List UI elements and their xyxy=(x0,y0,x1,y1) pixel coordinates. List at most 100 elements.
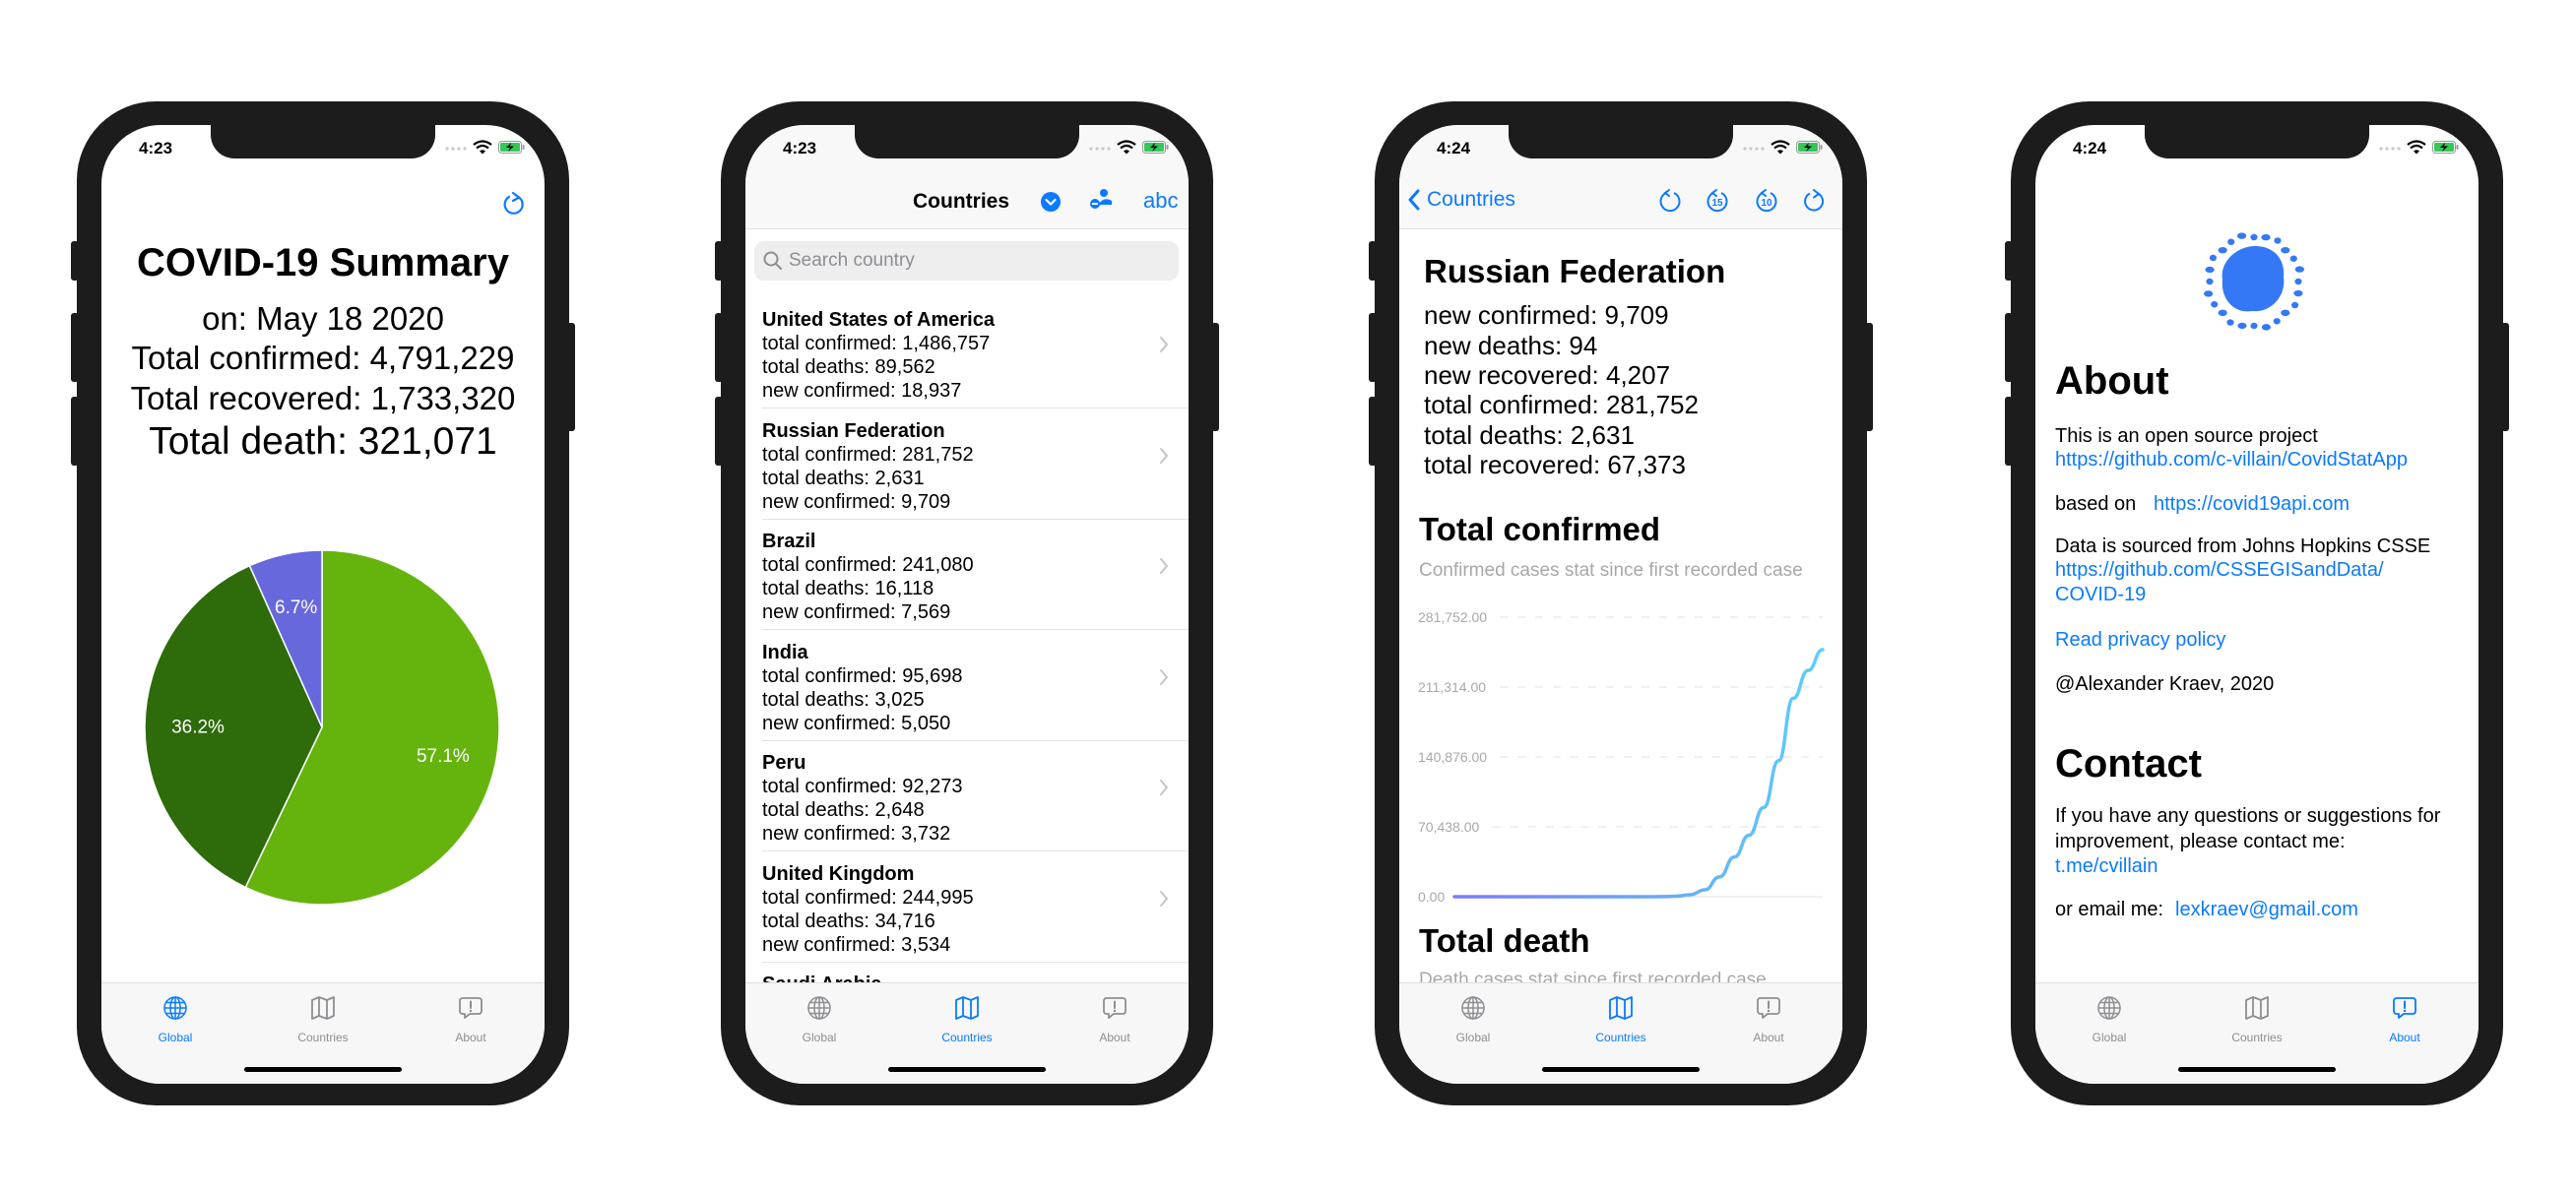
country-name: India xyxy=(762,641,808,663)
globe-icon xyxy=(807,996,831,1020)
repo-link[interactable]: https://github.com/c-villain/CovidStatAp… xyxy=(2055,449,2408,471)
tab-global[interactable]: Global xyxy=(2035,983,2183,1052)
tab-label: Global xyxy=(2092,1031,2127,1044)
mute-switch xyxy=(1369,241,1377,281)
country-row[interactable]: United Kingdom total confirmed: 244,995 to… xyxy=(745,852,1189,963)
back-15-icon[interactable]: 15 xyxy=(1705,188,1730,214)
tab-label: Countries xyxy=(2231,1031,2283,1044)
person-minus-icon[interactable] xyxy=(1089,188,1115,212)
virus-spike xyxy=(2250,322,2258,330)
tab-countries[interactable]: Countries xyxy=(249,983,397,1052)
tab-global[interactable]: Global xyxy=(1399,983,1547,1052)
power-button xyxy=(1211,323,1219,431)
tab-countries[interactable]: Countries xyxy=(1547,983,1695,1052)
summary-title: COVID-19 Summary xyxy=(137,241,509,284)
screen-about: 4:24 About This is an open source projec… xyxy=(2035,125,2479,1084)
virus-spike xyxy=(2294,266,2304,273)
chevron-down-circle-icon[interactable] xyxy=(1040,191,1062,213)
exclamation-bubble-icon xyxy=(459,997,483,1019)
volume-up-button xyxy=(1369,313,1377,382)
chevron-right-icon xyxy=(1160,780,1168,795)
back-10-icon[interactable]: 10 xyxy=(1754,188,1779,214)
battery-charging-icon xyxy=(1142,141,1169,154)
signal-dots-icon xyxy=(1743,146,1765,151)
death-chart-title: Total death xyxy=(1419,922,1590,959)
home-indicator[interactable] xyxy=(2178,1067,2336,1072)
tab-global[interactable]: Global xyxy=(745,983,893,1052)
country-name: United States of America xyxy=(762,309,995,331)
privacy-policy-link[interactable]: Read privacy policy xyxy=(2055,629,2225,652)
tab-countries[interactable]: Countries xyxy=(893,983,1041,1052)
virus-spike xyxy=(2226,319,2234,326)
virus-spike xyxy=(2281,246,2290,254)
tab-label: Global xyxy=(1455,1031,1491,1044)
tab-label: Countries xyxy=(297,1031,349,1044)
home-indicator[interactable] xyxy=(888,1067,1046,1072)
wifi-icon xyxy=(1771,140,1790,155)
new-confirmed: new confirmed: 9,709 xyxy=(762,490,951,513)
reset-icon[interactable] xyxy=(1657,188,1683,214)
virus-spike xyxy=(2218,246,2227,254)
status-icons xyxy=(1743,140,1823,155)
virus-spike xyxy=(2289,255,2297,262)
exclamation-bubble-icon xyxy=(1757,997,1780,1019)
tab-label: Global xyxy=(802,1031,837,1044)
tab-global[interactable]: Global xyxy=(101,983,249,1052)
volume-up-button xyxy=(2005,313,2013,382)
tab-about[interactable]: About xyxy=(1695,983,1842,1052)
country-row[interactable]: India total confirmed: 95,698 total deaths… xyxy=(745,631,1189,741)
country-row[interactable]: Peru total confirmed: 92,273 total deaths:… xyxy=(745,741,1189,851)
virus-spike xyxy=(2290,301,2299,309)
tab-about[interactable]: About xyxy=(1041,983,1189,1052)
stat-total-confirmed: total confirmed: 281,752 xyxy=(1424,390,1699,419)
map-icon xyxy=(1609,996,1633,1020)
phone-country-detail: 4:24 Countries 15 10 Russian Federation … xyxy=(1369,101,1873,1105)
summary-date: on: May 18 2020 xyxy=(202,300,444,337)
country-name: Peru xyxy=(762,752,806,774)
country-row[interactable]: United States of America total confirmed:… xyxy=(745,298,1189,408)
country-row[interactable]: Brazil total confirmed: 241,080 total deat… xyxy=(745,520,1189,630)
tab-about[interactable]: About xyxy=(397,983,545,1052)
virus-spike xyxy=(2227,238,2235,245)
virus-spike xyxy=(2261,233,2271,241)
power-button xyxy=(567,323,575,431)
summary-pie-chart: 57.1% 36.2% 6.7% xyxy=(144,549,500,906)
tab-label: Global xyxy=(158,1031,193,1044)
tab-countries[interactable]: Countries xyxy=(2183,983,2331,1052)
country-row[interactable]: Russian Federation total confirmed: 281,7… xyxy=(745,409,1189,520)
country-name: Russian Federation xyxy=(1424,253,1726,289)
stat-new-recovered: new recovered: 4,207 xyxy=(1424,360,1671,390)
sort-abc-button[interactable]: abc xyxy=(1143,188,1178,214)
total-deaths: total deaths: 89,562 xyxy=(762,356,935,378)
telegram-link[interactable]: t.me/cvillain xyxy=(2055,855,2157,878)
csse-link-cont[interactable]: COVID-19 xyxy=(2055,584,2146,606)
country-list[interactable]: United States of America total confirmed:… xyxy=(745,298,1189,995)
back-button[interactable]: Countries xyxy=(1407,188,1515,212)
home-indicator[interactable] xyxy=(1542,1067,1700,1072)
contact-title: Contact xyxy=(2055,742,2202,786)
search-country-input[interactable]: Search country xyxy=(754,241,1179,281)
stat-new-confirmed: new confirmed: 9,709 xyxy=(1424,300,1669,330)
api-link[interactable]: https://covid19api.com xyxy=(2154,493,2350,516)
refresh-icon[interactable] xyxy=(500,190,528,218)
virus-spike xyxy=(2211,301,2219,308)
total-confirmed: total confirmed: 1,486,757 xyxy=(762,333,991,354)
stat-new-deaths: new deaths: 94 xyxy=(1424,331,1598,360)
email-link[interactable]: lexkraev@gmail.com xyxy=(2175,899,2358,921)
virus-spike xyxy=(2293,289,2303,297)
volume-up-button xyxy=(715,313,723,382)
status-time: 4:24 xyxy=(1437,139,1471,157)
status-icons xyxy=(2379,140,2459,155)
refresh-icon[interactable] xyxy=(1801,188,1827,214)
chevron-right-icon xyxy=(1160,558,1168,574)
map-icon xyxy=(955,996,979,1020)
home-indicator[interactable] xyxy=(244,1067,402,1072)
tab-about[interactable]: About xyxy=(2331,983,2479,1052)
volume-down-button xyxy=(715,397,723,466)
total-death: Total death: 321,071 xyxy=(149,420,497,463)
total-confirmed: Total confirmed: 4,791,229 xyxy=(131,340,515,376)
chevron-left-icon xyxy=(1408,189,1420,211)
total-deaths: total deaths: 34,716 xyxy=(762,910,935,932)
new-confirmed: new confirmed: 3,732 xyxy=(762,823,951,845)
csse-link[interactable]: https://github.com/CSSEGISandData/ xyxy=(2055,559,2384,582)
